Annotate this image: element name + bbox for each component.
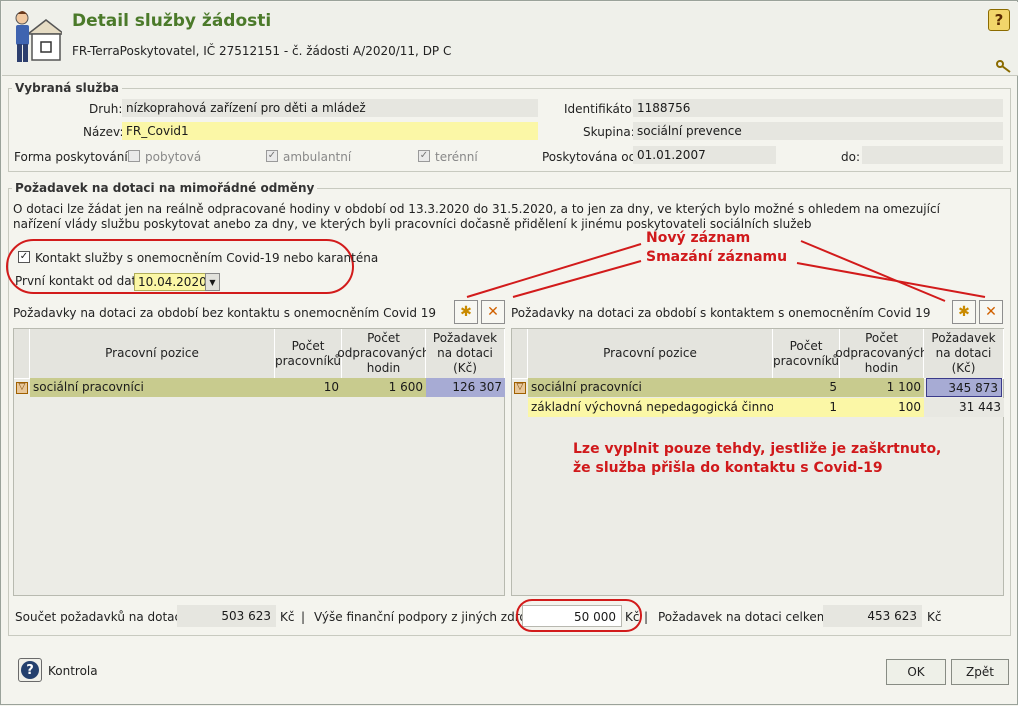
dialog-window: Detail služby žádosti FR-TerraPoskytovat… xyxy=(0,0,1018,705)
kontrola-button[interactable]: ? xyxy=(18,658,42,682)
soucet-label: Součet požadavků na dotaci: xyxy=(15,610,189,624)
celkem-label: Požadavek na dotaci celkem: xyxy=(658,610,833,624)
arrow-left-delete xyxy=(512,260,642,298)
note-line-2: že služba přišla do kontaktu s Covid-19 xyxy=(573,460,883,476)
left-row-1-pozice[interactable]: sociální pracovníci xyxy=(30,378,275,397)
left-table-caption: Požadavky na dotaci za období bez kontak… xyxy=(13,306,437,320)
right-row-2-pocet[interactable]: 1 xyxy=(773,398,840,417)
back-button[interactable]: Zpět xyxy=(951,659,1009,685)
right-row-1-pocet[interactable]: 5 xyxy=(773,378,840,397)
left-header-pozadavek: Požadavek na dotaci (Kč) xyxy=(426,329,505,379)
left-header-pocet: Počet pracovníků xyxy=(275,329,342,379)
left-table: Pracovní pozice Počet pracovníků Počet o… xyxy=(13,328,505,596)
right-row-1-pozice[interactable]: sociální pracovníci xyxy=(528,378,773,397)
left-header-rowmark xyxy=(14,329,30,379)
separator-2: | xyxy=(644,610,649,624)
ok-button[interactable]: OK xyxy=(886,659,946,685)
right-row-2-pozice[interactable]: základní výchovná nepedagogická činnost xyxy=(528,398,773,417)
vyse-label: Výše finanční podpory z jiných zdrojů: xyxy=(314,610,542,624)
table-row-marker[interactable]: ▽ xyxy=(514,382,526,394)
right-header-rowmark xyxy=(512,329,528,379)
vyse-highlight-oval xyxy=(516,599,642,632)
delete-record-icon: ✕ xyxy=(487,304,499,320)
kontrola-label[interactable]: Kontrola xyxy=(48,664,98,678)
arrow-right-delete xyxy=(796,262,986,298)
question-icon: ? xyxy=(21,661,39,679)
left-new-record-button[interactable]: ✱ xyxy=(454,300,478,324)
right-table-caption: Požadavky na dotaci za období s kontakte… xyxy=(511,306,931,320)
soucet-value: 503 623 xyxy=(177,605,276,627)
right-delete-record-button[interactable]: ✕ xyxy=(979,300,1003,324)
right-header-pocet: Počet pracovníků xyxy=(773,329,840,379)
separator-1: | xyxy=(301,610,306,624)
new-record-icon: ✱ xyxy=(958,304,970,320)
right-row-1-pozadavek[interactable]: 345 873 xyxy=(926,378,1002,397)
celkem-currency: Kč xyxy=(927,610,942,624)
right-header-hodin: Počet odpracovaných hodin xyxy=(835,329,928,379)
left-header-pozice: Pracovní pozice xyxy=(30,329,275,379)
arrow-right-new xyxy=(800,240,946,302)
note-line-1: Lze vyplnit pouze tehdy, jestliže je zaš… xyxy=(573,441,942,457)
new-record-icon: ✱ xyxy=(460,304,472,320)
left-delete-record-button[interactable]: ✕ xyxy=(481,300,505,324)
soucet-currency: Kč xyxy=(280,610,295,624)
left-row-1-pozadavek[interactable]: 126 307 xyxy=(426,378,505,397)
delete-record-icon: ✕ xyxy=(985,304,997,320)
arrow-left-new xyxy=(466,243,642,298)
right-new-record-button[interactable]: ✱ xyxy=(952,300,976,324)
left-row-1-hodin[interactable]: 1 600 xyxy=(342,378,426,397)
table-row-marker[interactable]: ▽ xyxy=(16,382,28,394)
celkem-value: 453 623 xyxy=(823,605,922,627)
left-header-hodin: Počet odpracovaných hodin xyxy=(337,329,430,379)
right-row-2-hodin[interactable]: 100 xyxy=(840,398,924,417)
right-row-2-pozadavek[interactable]: 31 443 xyxy=(924,398,1004,417)
right-header-pozadavek: Požadavek na dotaci (Kč) xyxy=(924,329,1004,379)
right-header-pozice: Pracovní pozice xyxy=(528,329,773,379)
right-row-1-hodin[interactable]: 1 100 xyxy=(840,378,924,397)
left-row-1-pocet[interactable]: 10 xyxy=(275,378,342,397)
